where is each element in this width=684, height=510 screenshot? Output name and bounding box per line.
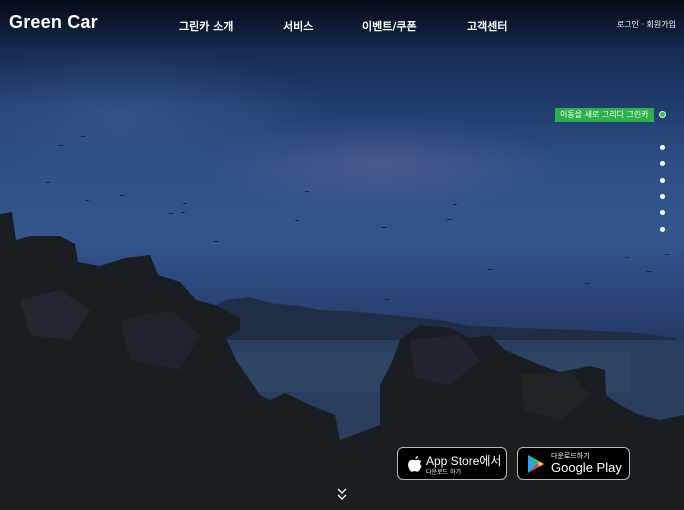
nav-customer-center[interactable]: 고객센터 (467, 18, 507, 34)
slide-dot-2[interactable] (660, 145, 665, 150)
auth-links: 로그인 · 회원가입 (617, 19, 676, 30)
google-play-icon (527, 454, 545, 478)
slide-dot-7[interactable] (660, 227, 665, 232)
google-play-button[interactable]: 다운로드하기 Google Play (517, 447, 630, 480)
slide-caption: 이동을 새로 그리다 그린카 (555, 108, 654, 122)
app-store-subtitle: 다운로드 하기 (426, 469, 462, 476)
nav-greencar-intro[interactable]: 그린카 소개 (179, 18, 233, 34)
slide-dot-6[interactable] (660, 210, 665, 215)
site-header: Green Car 그린카 소개 서비스 이벤트/쿠폰 고객센터 로그인 · 회… (0, 0, 684, 50)
apple-icon (407, 455, 423, 477)
hero-page: Green Car 그린카 소개 서비스 이벤트/쿠폰 고객센터 로그인 · 회… (0, 0, 684, 510)
nav-services[interactable]: 서비스 (283, 18, 313, 34)
nav-events-coupons[interactable]: 이벤트/쿠폰 (362, 18, 417, 34)
slide-dot-3[interactable] (660, 161, 665, 166)
auth-separator: · (641, 20, 644, 29)
signup-link[interactable]: 회원가입 (647, 20, 676, 29)
scroll-down-chevron-icon[interactable] (336, 487, 348, 503)
landscape-scene (0, 136, 684, 510)
google-play-title: Google Play (551, 460, 622, 475)
slide-dot-4[interactable] (660, 178, 665, 183)
slide-dot-1[interactable] (660, 112, 665, 117)
slide-dot-5[interactable] (660, 194, 665, 199)
green-car-logo[interactable]: Green Car (9, 12, 98, 33)
login-link[interactable]: 로그인 (617, 20, 639, 29)
app-store-button[interactable]: App Store에서 다운로드 하기 (397, 447, 507, 480)
